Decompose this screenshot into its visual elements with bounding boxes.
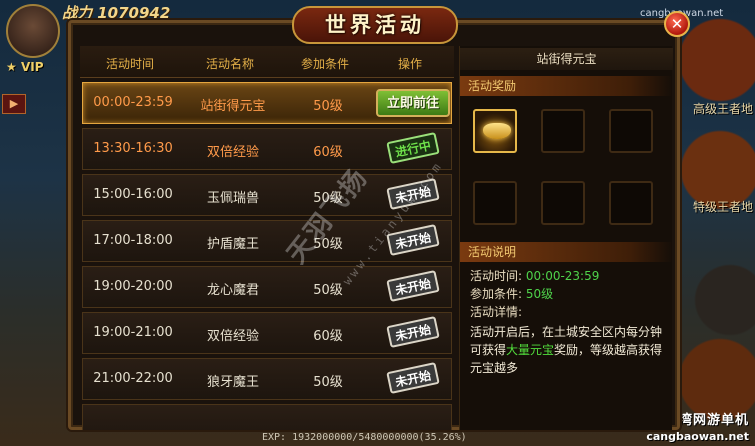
header-condition: 参加条件 [300, 57, 349, 71]
status-stamp-pending: 未开始 [386, 224, 440, 256]
reward-slot-empty [609, 109, 653, 153]
row-condition: 50级 [313, 237, 343, 252]
panel-title-plate: 世界活动 [292, 6, 458, 44]
vip-badge[interactable]: ★ VIP [6, 60, 44, 74]
activity-row[interactable]: 15:00-16:00 玉佩瑞兽 50级 未开始 [82, 174, 452, 216]
row-name: 双倍经验 [206, 329, 259, 344]
exp-text: EXP: 1932000000/5480000000(35.26%) [262, 432, 467, 443]
star-icon: ★ [6, 60, 17, 74]
activity-row-partial[interactable] [82, 404, 452, 430]
status-stamp-ongoing: 进行中 [386, 132, 440, 164]
activity-row[interactable]: 19:00-20:00 龙心魔君 50级 未开始 [82, 266, 452, 308]
status-stamp-pending: 未开始 [386, 362, 440, 394]
watermark-site-url: cangbaowan.net [646, 430, 749, 443]
info-condition-label: 参加条件: [470, 287, 523, 301]
row-condition: 50级 [313, 283, 343, 298]
row-time: 13:30-16:30 [93, 141, 173, 156]
side-label-2[interactable]: 特级王者地 [693, 198, 753, 215]
status-stamp-pending: 未开始 [386, 270, 440, 302]
row-condition: 60级 [313, 145, 343, 160]
header-time: 活动时间 [105, 57, 154, 71]
desc-highlight: 大量元宝 [506, 343, 555, 357]
side-label-1[interactable]: 高级王者地 [693, 100, 753, 117]
row-time: 19:00-21:00 [93, 325, 173, 340]
activity-row[interactable]: 13:30-16:30 双倍经验 60级 进行中 [82, 128, 452, 170]
row-action: 未开始 [373, 270, 453, 302]
row-condition: 60级 [313, 329, 343, 344]
header-name: 活动名称 [205, 57, 254, 71]
gold-ingot-icon [483, 123, 511, 139]
reward-slot-empty [609, 181, 653, 225]
row-action: 未开始 [373, 178, 453, 210]
row-action: 未开始 [373, 362, 453, 394]
info-time: 活动时间: 00:00-23:59 [470, 267, 599, 284]
row-time: 21:00-22:00 [93, 371, 173, 386]
row-name: 龙心魔君 [206, 283, 259, 298]
vip-label: VIP [20, 60, 44, 74]
row-name: 玉佩瑞兽 [206, 191, 259, 206]
status-stamp-pending: 未开始 [386, 316, 440, 348]
row-condition: 50级 [313, 191, 343, 206]
row-name: 双倍经验 [206, 145, 259, 160]
activity-description: 活动开启后，在土城安全区内每分钟可获得大量元宝奖励，等级越高获得元宝越多 [470, 323, 668, 377]
row-time: 19:00-20:00 [93, 279, 173, 294]
row-condition: 50级 [313, 99, 343, 114]
row-action: 进行中 [373, 132, 453, 164]
activity-row[interactable]: 19:00-21:00 双倍经验 60级 未开始 [82, 312, 452, 354]
close-button[interactable]: ✕ [664, 11, 690, 37]
row-name: 站街得元宝 [200, 99, 266, 114]
status-stamp-pending: 未开始 [386, 178, 440, 210]
activity-list: 活动时间 活动名称 参加条件 操作 00:00-23:59 站街得元宝 50级 … [80, 46, 454, 430]
header-action: 操作 [397, 57, 422, 71]
activity-row[interactable]: 17:00-18:00 护盾魔王 50级 未开始 [82, 220, 452, 262]
reward-section-header: 活动奖励 [460, 76, 673, 96]
info-condition-value: 50级 [525, 287, 554, 301]
row-time: 17:00-18:00 [93, 233, 173, 248]
activity-detail-pane: 站街得元宝 活动奖励 活动说明 活动时间: 00:00-23:59 参加条件: … [459, 46, 673, 430]
go-now-button[interactable]: 立即前往 [376, 89, 450, 117]
row-action: 立即前往 [373, 89, 453, 117]
reward-slot-ingot[interactable] [473, 109, 517, 153]
activity-row[interactable]: 21:00-22:00 狼牙魔王 50级 未开始 [82, 358, 452, 400]
list-header: 活动时间 活动名称 参加条件 操作 [80, 46, 454, 78]
detail-title: 站街得元宝 [460, 48, 673, 70]
reward-slot-empty [473, 181, 517, 225]
info-condition: 参加条件: 50级 [470, 285, 553, 302]
panel-title: 世界活动 [325, 12, 425, 37]
row-time: 00:00-23:59 [93, 95, 173, 110]
row-action: 未开始 [373, 316, 453, 348]
row-action: 未开始 [373, 224, 453, 256]
reward-slot-empty [541, 181, 585, 225]
info-time-value: 00:00-23:59 [525, 269, 600, 283]
activity-row[interactable]: 00:00-23:59 站街得元宝 50级 立即前往 [82, 82, 452, 124]
info-time-label: 活动时间: [470, 269, 523, 283]
row-name: 狼牙魔王 [206, 375, 259, 390]
play-icon[interactable]: ▶ [2, 94, 26, 114]
player-avatar[interactable] [6, 4, 60, 58]
reward-slot-empty [541, 109, 585, 153]
row-time: 15:00-16:00 [93, 187, 173, 202]
info-detail-label: 活动详情: [470, 305, 523, 319]
row-name: 护盾魔王 [206, 237, 259, 252]
row-condition: 50级 [313, 375, 343, 390]
info-section-header: 活动说明 [460, 242, 673, 262]
